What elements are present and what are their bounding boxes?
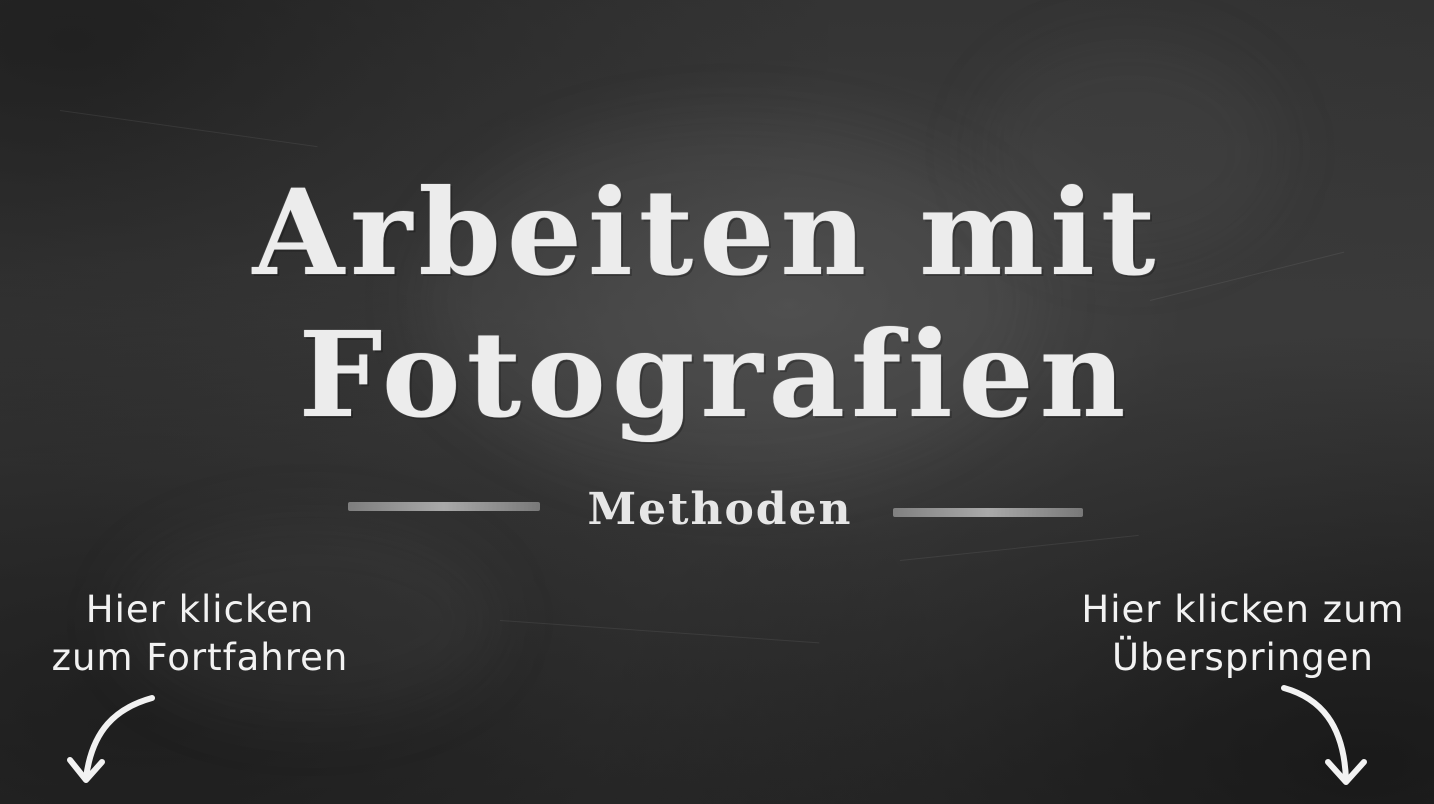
slide-title-line-2: Fotografien [298,305,1132,444]
chalkboard-slide: Arbeiten mit Fotografien Methoden Hier k… [0,0,1434,804]
continue-label-line-2: zum Fortfahren [51,636,349,679]
slide-title-line-1: Arbeiten mit [252,163,1162,302]
curved-arrow-down-left-icon[interactable] [56,690,166,790]
chalk-divider-left [348,502,540,511]
skip-label-line-1: Hier klicken zum [1081,588,1405,631]
slide-subtitle: Methoden [587,484,853,535]
chalk-scratch [59,110,318,148]
curved-arrow-down-right-icon[interactable] [1270,680,1380,792]
skip-link[interactable]: Hier klicken zum Überspringen [1058,586,1428,682]
continue-label-line-1: Hier klicken [85,588,315,631]
chalk-scratch [899,534,1139,561]
chalk-divider-right [893,508,1083,517]
skip-label-line-2: Überspringen [1112,636,1374,679]
continue-link[interactable]: Hier klicken zum Fortfahren [20,586,380,682]
chalk-scratch [499,620,820,644]
